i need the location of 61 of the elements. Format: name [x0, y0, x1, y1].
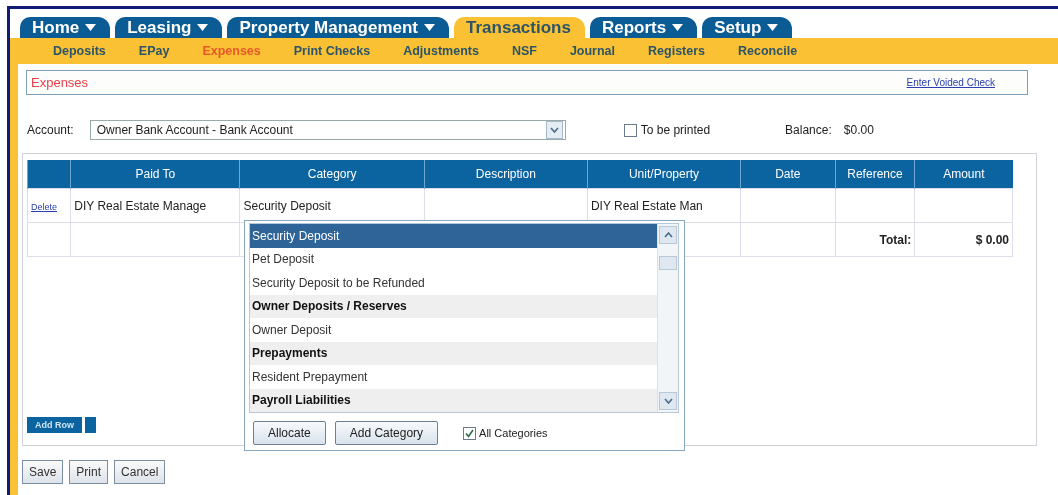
column-header: Date: [740, 160, 836, 189]
column-header: [27, 160, 71, 189]
sub-nav-link[interactable]: Print Checks: [293, 44, 371, 58]
chevron-icon: [549, 127, 559, 133]
checkbox-label: To be printed: [640, 123, 711, 137]
total-amount: $ 0.00: [975, 232, 1009, 247]
category-group-header: Owner Deposits / Reserves: [250, 294, 657, 318]
form-button[interactable]: Save: [22, 460, 64, 484]
balance-label: Balance:: [785, 123, 832, 137]
sub-nav-link[interactable]: Deposits: [53, 44, 106, 58]
dropdown-action-button[interactable]: Allocate: [253, 421, 326, 445]
caret-icon: [672, 24, 684, 31]
to-be-printed-checkbox[interactable]: [623, 123, 637, 137]
balance-value: $0.00: [843, 123, 874, 137]
all-categories-checkbox[interactable]: [463, 426, 477, 440]
enter-voided-check-link[interactable]: Enter Voided Check: [906, 77, 995, 88]
nav-tab[interactable]: Setup: [702, 17, 793, 38]
column-header: Unit/Property: [587, 160, 741, 189]
checkbox-label: All Categories: [479, 427, 548, 439]
nav-tab[interactable]: Property Management: [227, 17, 450, 38]
column-header: Category: [240, 160, 425, 189]
add-row-button[interactable]: Add Row: [27, 417, 82, 433]
account-select[interactable]: Owner Bank Account - Bank Account: [89, 120, 566, 140]
caret-icon: [197, 24, 209, 31]
sub-nav-link[interactable]: Adjustments: [403, 44, 479, 58]
caret-icon: [85, 24, 97, 31]
category-option[interactable]: Security Deposit: [250, 224, 657, 248]
chevron-down-icon: [663, 398, 673, 404]
check-icon: [465, 428, 475, 438]
sub-nav-link[interactable]: Reconcile: [738, 44, 798, 58]
column-header: Paid To: [70, 160, 240, 189]
nav-tab[interactable]: Transactions: [454, 17, 585, 38]
sub-nav-link[interactable]: EPay: [138, 44, 170, 58]
nav-tab[interactable]: Home: [20, 17, 111, 38]
form-button[interactable]: Cancel: [114, 460, 166, 484]
column-header: Description: [424, 160, 588, 189]
scrollbar[interactable]: [657, 224, 678, 412]
nav-tab[interactable]: Reports: [589, 17, 698, 38]
chevron-up-icon: [663, 232, 673, 238]
table-cell: DIY Real Estate Manage: [74, 198, 207, 213]
delete-link[interactable]: Delete: [31, 201, 57, 212]
table-cell: DIY Real Estate Man: [590, 198, 703, 213]
sub-nav-link[interactable]: NSF: [511, 44, 537, 58]
dropdown-action-button[interactable]: Add Category: [334, 421, 439, 445]
scroll-up-button[interactable]: [659, 226, 677, 244]
sub-nav-link[interactable]: Journal: [569, 44, 616, 58]
form-button[interactable]: Print: [69, 460, 109, 484]
scroll-thumb[interactable]: [659, 256, 677, 270]
column-header: Reference: [835, 160, 915, 189]
account-label: Account:: [27, 123, 74, 137]
table-cell: Security Deposit: [243, 198, 331, 213]
category-group-header: Payroll Liabilities: [250, 388, 657, 412]
section-title: Expenses: [31, 75, 89, 90]
sub-nav-link[interactable]: Registers: [648, 44, 706, 58]
nav-tab[interactable]: Leasing: [115, 17, 223, 38]
category-group-header: Prepayments: [250, 341, 657, 365]
scroll-down-button[interactable]: [659, 392, 677, 410]
column-header: Amount: [914, 160, 1013, 189]
caret-icon: [424, 24, 436, 31]
total-label: Total:: [879, 232, 912, 247]
caret-icon: [767, 24, 779, 31]
